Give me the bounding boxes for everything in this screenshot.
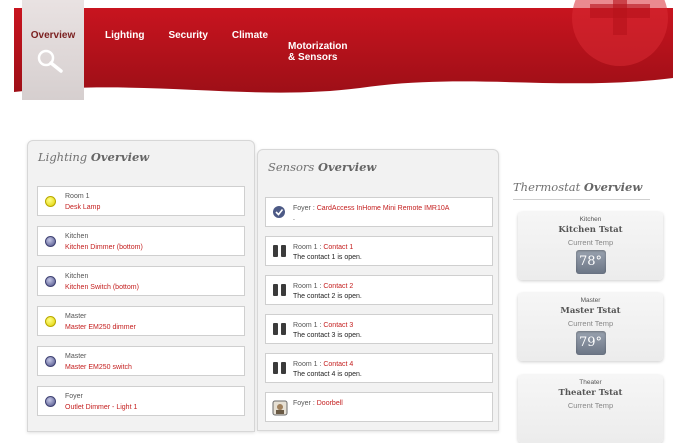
sensor-line: Foyer : Doorbell bbox=[293, 400, 343, 407]
bulb-off-icon bbox=[45, 276, 56, 287]
light-room: Kitchen bbox=[65, 233, 89, 240]
thermostat-temp: 78° bbox=[575, 250, 606, 274]
sensors-overview-panel: Sensors Overview Foyer : CardAccess InHo… bbox=[257, 149, 499, 431]
sensor-item[interactable]: Room 1 : Contact 1 The contact 1 is open… bbox=[265, 236, 493, 266]
thermostat-name: Kitchen Tstat bbox=[558, 225, 623, 235]
thermostat-overview-title: Thermostat Overview bbox=[513, 180, 643, 194]
sensor-line: Room 1 : Contact 1 bbox=[293, 244, 354, 251]
header-banner: Overview Lighting Security Climate Motor… bbox=[0, 0, 673, 100]
thermostat-room: Kitchen bbox=[579, 216, 602, 223]
light-room: Room 1 bbox=[65, 193, 90, 200]
tab-motorization-sensors[interactable]: Motorization & Sensors bbox=[288, 0, 348, 63]
sensors-overview-title: Sensors Overview bbox=[268, 160, 377, 174]
sensor-line: Room 1 : Contact 2 bbox=[293, 283, 354, 290]
light-item[interactable]: Kitchen Kitchen Switch (bottom) bbox=[37, 266, 245, 296]
thermostat-temp-label: Current Temp bbox=[567, 238, 614, 247]
bulb-off-icon bbox=[45, 396, 56, 407]
door-contact-icon bbox=[273, 284, 286, 296]
light-item[interactable]: Kitchen Kitchen Dimmer (bottom) bbox=[37, 226, 245, 256]
light-item[interactable]: Room 1 Desk Lamp bbox=[37, 186, 245, 216]
sensor-item[interactable]: Room 1 : Contact 4 The contact 4 is open… bbox=[265, 353, 493, 383]
door-contact-icon bbox=[273, 323, 286, 335]
sensor-item[interactable]: Room 1 : Contact 3 The contact 3 is open… bbox=[265, 314, 493, 344]
thermostat-room: Master bbox=[580, 297, 601, 304]
thermostat-name: Theater Tstat bbox=[558, 388, 623, 398]
sensor-item[interactable]: Room 1 : Contact 2 The contact 2 is open… bbox=[265, 275, 493, 305]
magnifier-icon bbox=[37, 49, 63, 73]
lighting-overview-title: Lighting Overview bbox=[38, 150, 150, 164]
remote-icon bbox=[273, 206, 285, 218]
tab-climate[interactable]: Climate bbox=[232, 0, 268, 60]
light-room: Master bbox=[65, 313, 87, 320]
thermostat-temp: 79° bbox=[575, 331, 606, 355]
thermostat-card[interactable]: Master Master Tstat Current Temp 79° bbox=[518, 293, 663, 361]
thermostat-card[interactable]: Kitchen Kitchen Tstat Current Temp 78° bbox=[518, 212, 663, 280]
lighting-overview-panel: Lighting Overview Room 1 Desk Lamp Kitch… bbox=[27, 140, 255, 432]
tab-lighting[interactable]: Lighting bbox=[105, 0, 144, 60]
tab-climate-label: Climate bbox=[231, 30, 269, 41]
door-contact-icon bbox=[273, 245, 286, 257]
bulb-off-icon bbox=[45, 356, 56, 367]
thermostat-card[interactable]: Theater Theater Tstat Current Temp bbox=[518, 375, 663, 443]
main-nav: Overview Lighting Security Climate Motor… bbox=[22, 0, 347, 100]
sensor-line: Foyer : CardAccess InHome Mini Remote IM… bbox=[293, 205, 450, 212]
sensor-status: The contact 4 is open. bbox=[293, 371, 362, 378]
light-item[interactable]: Master Master EM250 switch bbox=[37, 346, 245, 376]
light-item[interactable]: Foyer Outlet Dimmer - Light 1 bbox=[37, 386, 245, 416]
light-device-link[interactable]: Outlet Dimmer - Light 1 bbox=[65, 404, 137, 411]
light-device-link[interactable]: Master EM250 dimmer bbox=[65, 324, 136, 331]
sensor-line: Room 1 : Contact 4 bbox=[293, 361, 354, 368]
tab-motorization-label: Motorization & Sensors bbox=[288, 41, 348, 63]
tab-lighting-label: Lighting bbox=[105, 30, 145, 41]
thermostat-temp-label: Current Temp bbox=[567, 319, 614, 328]
light-device-link[interactable]: Master EM250 switch bbox=[65, 364, 132, 371]
light-device-link[interactable]: Kitchen Dimmer (bottom) bbox=[65, 244, 143, 251]
tab-overview-label: Overview bbox=[30, 30, 76, 41]
sensor-status: . bbox=[293, 215, 295, 222]
divider bbox=[513, 199, 650, 200]
sensor-status: The contact 2 is open. bbox=[293, 293, 362, 300]
tab-security-label: Security bbox=[168, 30, 208, 41]
doorbell-icon bbox=[272, 400, 288, 416]
light-room: Foyer bbox=[65, 393, 83, 400]
bulb-off-icon bbox=[45, 236, 56, 247]
sensor-item[interactable]: Foyer : CardAccess InHome Mini Remote IM… bbox=[265, 197, 493, 227]
sensor-item[interactable]: Foyer : Doorbell bbox=[265, 392, 493, 422]
sensor-status: The contact 3 is open. bbox=[293, 332, 362, 339]
light-item[interactable]: Master Master EM250 dimmer bbox=[37, 306, 245, 336]
bulb-on-icon bbox=[45, 316, 56, 327]
light-room: Kitchen bbox=[65, 273, 89, 280]
thermostat-room: Theater bbox=[579, 379, 602, 386]
thermostat-temp-label: Current Temp bbox=[567, 401, 614, 410]
door-contact-icon bbox=[273, 362, 286, 374]
tab-overview[interactable]: Overview bbox=[22, 0, 84, 100]
bulb-on-icon bbox=[45, 196, 56, 207]
tab-security[interactable]: Security bbox=[168, 0, 207, 60]
thermostat-name: Master Tstat bbox=[560, 306, 621, 316]
light-device-link[interactable]: Desk Lamp bbox=[65, 204, 100, 211]
sensor-status: The contact 1 is open. bbox=[293, 254, 362, 261]
light-room: Master bbox=[65, 353, 87, 360]
sensor-line: Room 1 : Contact 3 bbox=[293, 322, 354, 329]
light-device-link[interactable]: Kitchen Switch (bottom) bbox=[65, 284, 139, 291]
